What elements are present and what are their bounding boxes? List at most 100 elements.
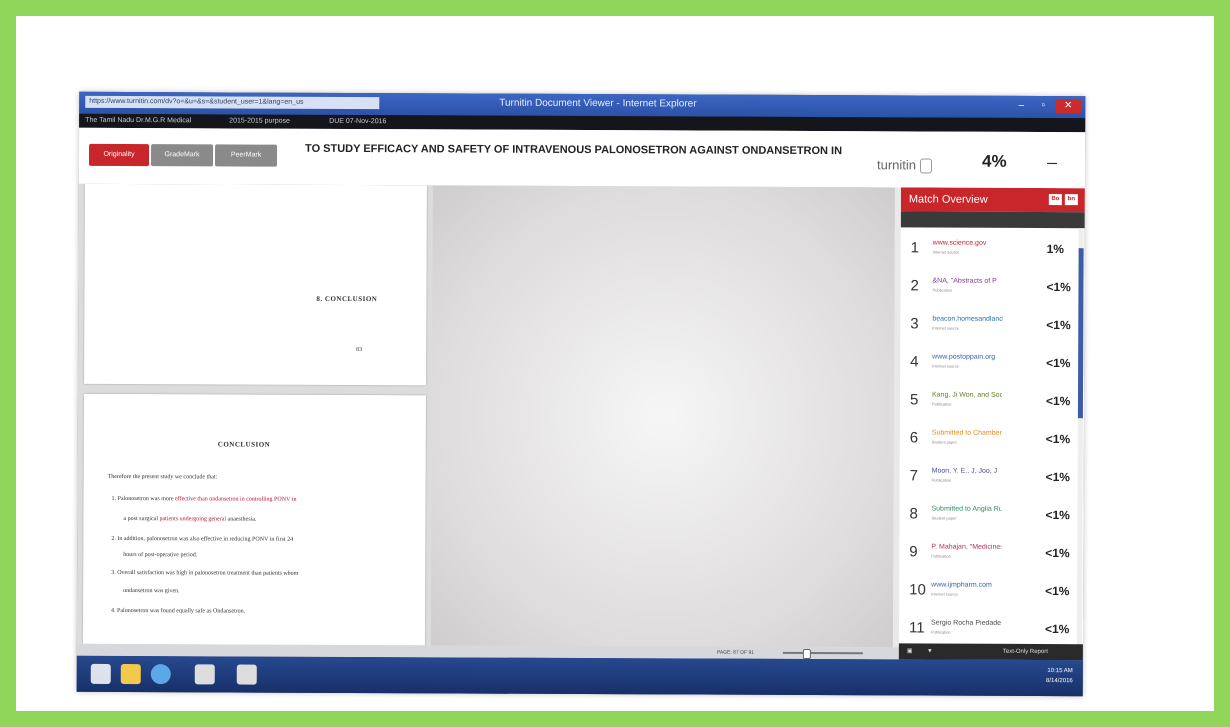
match-item[interactable]: 6 Submitted to Chamber Student paper <1% [900, 421, 1078, 458]
match-number: 8 [909, 505, 918, 523]
match-highlight[interactable]: effective than ondansetron in controllin… [175, 496, 296, 503]
match-number: 6 [909, 429, 919, 447]
conclusion-point: 4. Palonosetron was found equally safe a… [111, 607, 246, 615]
match-source: &NA, "Abstracts of P [932, 277, 997, 285]
match-overview-header: Match Overview Bo bn [900, 187, 1085, 213]
turnitin-app: Originality GradeMark PeerMark TO STUDY … [76, 127, 1086, 661]
match-source: P. Mahajan, "Medicines [931, 543, 1002, 551]
tray-date: 8/14/2016 [1046, 678, 1073, 685]
app-icon[interactable] [194, 664, 215, 685]
match-number: 10 [909, 581, 926, 599]
match-source: www.postoppain.org [932, 353, 996, 361]
match-item[interactable]: 3 beacon.homesandland Internet source <1% [900, 307, 1078, 344]
tray-time: 10:15 AM [1047, 668, 1073, 675]
internet-explorer-icon[interactable] [150, 664, 171, 685]
match-color-bar [901, 239, 905, 255]
text-only-report-button[interactable]: Text-Only Report [1003, 644, 1048, 660]
match-number: 11 [908, 619, 925, 637]
windows-taskbar: 10:15 AM 8/14/2016 [76, 655, 1083, 697]
match-number: 7 [909, 467, 919, 485]
match-color-bar [900, 353, 904, 369]
match-source-type: Publication [931, 553, 951, 559]
match-color-bar [899, 505, 903, 521]
print-icon[interactable]: ▣ [907, 643, 913, 659]
panel-button-1[interactable]: Bo [1048, 194, 1062, 206]
match-item[interactable]: 2 &NA, "Abstracts of P Publication <1% [900, 269, 1078, 306]
match-color-bar [899, 619, 903, 635]
brand-text: turnitin [876, 157, 917, 173]
filter-icon[interactable]: ▼ [927, 644, 933, 660]
match-item[interactable]: 7 Moon, Y. E., J. Joo, J Publication <1% [900, 459, 1078, 496]
match-source: beacon.homesandland [932, 315, 1003, 323]
match-list-scrollbar[interactable] [1076, 228, 1084, 649]
match-number: 4 [910, 353, 919, 371]
match-source-type: Internet source [932, 363, 959, 369]
document-pages[interactable]: 8. CONCLUSION 83 CONCLUSION Therefore th… [76, 183, 895, 648]
match-color-bar [900, 315, 904, 331]
match-item[interactable]: 4 www.postoppain.org Internet source <1% [900, 345, 1078, 382]
document-page-2: CONCLUSION Therefore the present study w… [82, 393, 426, 648]
turnitin-logo: turnitin [876, 157, 933, 174]
match-item[interactable]: 5 Kang, Ji Won, and Soo Publication <1% [900, 383, 1078, 420]
match-color-bar [900, 429, 904, 445]
match-source: Sergio Rocha Piedade [930, 619, 1002, 627]
match-percent: <1% [1046, 280, 1071, 295]
match-highlight[interactable]: patients undergoing general [159, 516, 226, 522]
match-percent: <1% [1046, 318, 1071, 333]
collapse-panel-button[interactable]: – [1047, 152, 1057, 173]
match-number: 5 [909, 391, 919, 409]
zoom-slider-knob[interactable] [802, 648, 811, 660]
tab-peermark[interactable]: PeerMark [214, 144, 278, 167]
match-percent: 1% [1046, 242, 1065, 257]
tab-originality[interactable]: Originality [88, 143, 150, 167]
maximize-button[interactable]: ▫ [1033, 99, 1053, 113]
match-overview-title: Match Overview [908, 193, 988, 206]
match-source-type: Publication [931, 477, 952, 483]
match-overview-panel: Match Overview Bo bn 1 www.science.gov Int… [898, 187, 1085, 649]
match-source: www.science.gov [932, 239, 987, 247]
match-item[interactable]: 1 www.science.gov Internet source 1% [901, 231, 1079, 268]
match-color-bar [899, 543, 903, 559]
match-item[interactable]: 8 Submitted to Anglia Ru Student paper <1% [899, 497, 1077, 534]
match-item[interactable]: 9 P. Mahajan, "Medicines Publication <1% [899, 535, 1077, 572]
scrollbar-thumb[interactable] [1077, 248, 1084, 419]
address-bar[interactable]: https://www.turnitin.com/dv?o=&u=&s=&stu… [85, 95, 380, 110]
match-percent: <1% [1045, 432, 1071, 447]
tab-grademark[interactable]: GradeMark [150, 144, 214, 167]
panel-bottom-tools: ▣ ▼ Text-Only Report [898, 643, 1083, 661]
conclusion-intro: Therefore the present study we conclude … [107, 473, 218, 481]
assignment-name: 2015-2015 purpose [229, 117, 290, 125]
start-icon[interactable] [90, 663, 111, 684]
match-number: 9 [909, 543, 918, 561]
panel-button-2[interactable]: bn [1064, 194, 1078, 206]
conclusion-point: 2. In addition, palonosetron was also ef… [111, 535, 294, 543]
match-percent: <1% [1045, 508, 1070, 523]
conclusion-point: hours of post-operative period. [123, 552, 198, 559]
close-button[interactable]: ✕ [1055, 99, 1082, 114]
conclusion-point: ondansetron was given. [123, 588, 180, 595]
match-color-bar [899, 581, 903, 597]
system-tray[interactable]: 10:15 AM 8/14/2016 [1046, 666, 1073, 686]
match-percent: <1% [1045, 584, 1070, 599]
file-explorer-icon[interactable] [120, 663, 141, 685]
page-indicator: PAGE: 87 OF 91 [716, 649, 755, 656]
match-item[interactable]: 10 www.ijmpharm.com Internet source <1% [899, 573, 1077, 610]
minimize-button[interactable]: – [1011, 99, 1031, 113]
match-source-type: Internet source [931, 591, 958, 597]
match-overview-subheader [900, 211, 1085, 229]
similarity-score[interactable]: 4% [982, 152, 1007, 172]
zoom-slider[interactable] [782, 651, 863, 655]
conclusion-point: a post surgical patients undergoing gene… [123, 516, 257, 523]
match-percent: <1% [1045, 546, 1070, 561]
match-number: 1 [910, 239, 920, 257]
match-source-type: Publication [932, 287, 953, 293]
match-source: www.ijmpharm.com [931, 581, 992, 589]
conclusion-point: 1. Palonosetron was more effective than … [111, 495, 297, 503]
match-percent: <1% [1046, 356, 1071, 371]
match-source: Submitted to Anglia Ru [931, 505, 1002, 513]
match-source-type: Student paper [931, 515, 957, 521]
photo-frame: https://www.turnitin.com/dv?o=&u=&s=&stu… [0, 0, 1230, 727]
conclusion-heading: CONCLUSION [217, 440, 271, 449]
window-title: Turnitin Document Viewer - Internet Expl… [499, 97, 697, 110]
snipping-tool-icon[interactable] [236, 664, 257, 685]
